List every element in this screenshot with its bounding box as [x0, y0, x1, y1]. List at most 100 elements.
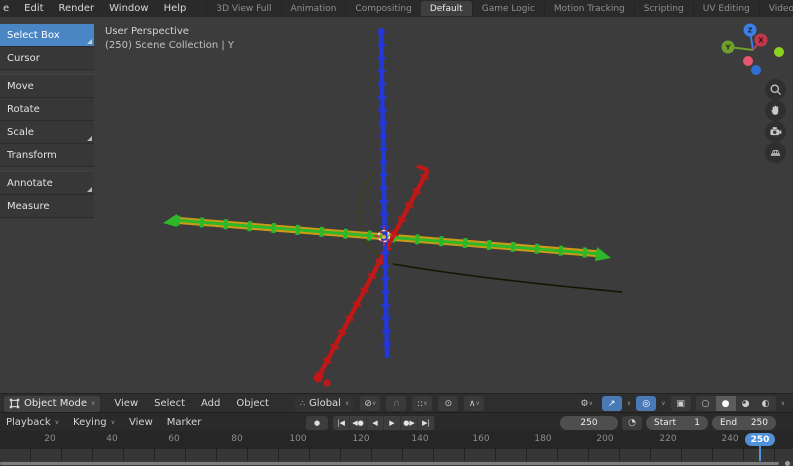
transport-controls: |◀ ◀● ◀ ▶ ●▶ ▶| — [333, 416, 435, 430]
chevron-down-icon: ∨ — [372, 400, 376, 407]
jump-to-start-button[interactable]: |◀ — [333, 416, 350, 430]
shading-mode-group: ○ ● ◕ ◐ — [696, 396, 776, 411]
tab-compositing[interactable]: Compositing — [345, 1, 420, 16]
tool-panel: Select Box Cursor Move Rotate Scale Tran… — [0, 24, 94, 218]
chevron-down-icon[interactable]: ∨ — [661, 400, 665, 407]
menu-add[interactable]: Add — [201, 398, 220, 409]
menu-view[interactable]: View — [114, 398, 138, 409]
auto-key-button[interactable]: ● — [306, 416, 328, 430]
tool-move[interactable]: Move — [0, 74, 94, 98]
timeline[interactable]: 20 40 60 80 100 120 140 160 180 200 220 … — [0, 431, 793, 466]
shading-material-button[interactable]: ◕ — [736, 396, 756, 411]
tab-3d-view-full[interactable]: 3D View Full — [206, 1, 280, 16]
orientation-selector[interactable]: ∴ Global ∨ — [295, 396, 354, 412]
falloff-button[interactable]: ∧ ∨ — [464, 396, 484, 411]
start-label: Start — [654, 418, 676, 428]
tab-video-editing[interactable]: Video Editing — [759, 1, 793, 16]
xray-toggle-button[interactable]: ▣ — [671, 396, 691, 411]
menu-view-timeline[interactable]: View — [129, 417, 153, 428]
wireframe-icon: ○ — [702, 399, 710, 409]
timeline-ruler[interactable]: 20 40 60 80 100 120 140 160 180 200 220 … — [0, 431, 793, 449]
active-object-label: (250) Scene Collection | Y — [105, 39, 234, 53]
menu-edit[interactable]: Edit — [24, 3, 43, 14]
tab-uv-editing[interactable]: UV Editing — [693, 1, 759, 16]
view-perspective-label: User Perspective — [105, 25, 234, 39]
proportional-edit-button[interactable]: ⊙ — [438, 396, 458, 411]
next-keyframe-button[interactable]: ●▶ — [401, 416, 418, 430]
end-frame-field[interactable]: End 250 — [712, 416, 776, 430]
tool-annotate[interactable]: Annotate — [0, 171, 94, 195]
jump-to-end-button[interactable]: ▶| — [418, 416, 435, 430]
camera-view-button[interactable] — [765, 121, 786, 142]
tool-cursor[interactable]: Cursor — [0, 47, 94, 70]
viewport-3d[interactable]: User Perspective (250) Scene Collection … — [0, 17, 793, 393]
gizmo-neg-z[interactable] — [751, 65, 761, 75]
menu-select[interactable]: Select — [154, 398, 185, 409]
tab-game-logic[interactable]: Game Logic — [472, 1, 544, 16]
pivot-point-button[interactable]: ⊘ ∨ — [360, 396, 380, 411]
viewport-overlay-text: User Perspective (250) Scene Collection … — [105, 25, 234, 53]
chevron-down-icon: ∨ — [423, 400, 427, 407]
tool-measure[interactable]: Measure — [0, 195, 94, 218]
xray-icon: ▣ — [676, 399, 685, 409]
mode-selector[interactable]: Object Mode ∨ — [4, 396, 100, 412]
menu-help[interactable]: Help — [164, 3, 187, 14]
snap-target-button[interactable]: :: ∨ — [412, 396, 432, 411]
active-tool-button[interactable]: ⚙ ∨ — [577, 396, 597, 411]
tool-select-box[interactable]: Select Box — [0, 24, 94, 47]
menu-marker[interactable]: Marker — [167, 417, 202, 428]
main-menus: e Edit Render Window Help — [3, 3, 186, 14]
shading-wireframe-button[interactable]: ○ — [696, 396, 716, 411]
menu-window[interactable]: Window — [109, 3, 148, 14]
perspective-toggle-button[interactable] — [765, 142, 786, 163]
ruler-tick-label: 160 — [466, 434, 496, 444]
tool-scale[interactable]: Scale — [0, 121, 94, 144]
end-value: 250 — [751, 418, 768, 428]
current-frame-field[interactable]: 250 — [560, 416, 618, 430]
tab-scripting[interactable]: Scripting — [634, 1, 693, 16]
menu-file-partial[interactable]: e — [3, 3, 9, 14]
chevron-down-icon[interactable]: ∨ — [627, 400, 631, 407]
top-bar: e Edit Render Window Help 3D View Full A… — [0, 0, 793, 18]
timeline-scrollbar[interactable] — [0, 461, 793, 466]
magnifier-icon — [769, 83, 782, 96]
chevron-down-icon[interactable]: ∨ — [781, 400, 785, 407]
scrollbar-knob[interactable] — [785, 461, 790, 466]
timeline-track[interactable] — [0, 449, 793, 461]
tab-default[interactable]: Default — [421, 1, 472, 16]
record-icon: ● — [314, 419, 320, 427]
shading-rendered-button[interactable]: ◐ — [756, 396, 776, 411]
zoom-button[interactable] — [765, 79, 786, 100]
ruler-tick-label: 80 — [222, 434, 252, 444]
start-frame-field[interactable]: Start 1 — [646, 416, 708, 430]
menu-render[interactable]: Render — [59, 3, 95, 14]
prev-keyframe-button[interactable]: ◀● — [350, 416, 367, 430]
scrollbar-handle[interactable] — [0, 462, 779, 465]
menu-keying[interactable]: Keying ∨ — [73, 417, 115, 428]
show-overlays-button[interactable]: ◎ — [636, 396, 656, 411]
tab-motion-tracking[interactable]: Motion Tracking — [544, 1, 634, 16]
play-button[interactable]: ▶ — [384, 416, 401, 430]
menu-object[interactable]: Object — [236, 398, 269, 409]
tab-animation[interactable]: Animation — [281, 1, 346, 16]
gizmo-neg-y[interactable] — [774, 47, 784, 57]
gizmo-z-label: Z — [747, 27, 752, 35]
tool-transform[interactable]: Transform — [0, 144, 94, 167]
mode-label: Object Mode — [24, 398, 87, 409]
display-cluster: ⚙ ∨ ↗ ∨ ◎ ∨ ▣ ○ ● ◕ ◐ ∨ — [577, 396, 785, 411]
ruler-tick-label: 240 — [715, 434, 745, 444]
timeline-menus: Playback ∨ Keying ∨ View Marker — [6, 417, 209, 428]
gizmo-neg-x[interactable] — [743, 56, 753, 66]
rendered-icon: ◐ — [762, 399, 770, 409]
playhead[interactable] — [759, 446, 761, 461]
snap-toggle-button[interactable]: ∩ — [386, 396, 406, 411]
tool-rotate[interactable]: Rotate — [0, 98, 94, 121]
current-frame-badge[interactable]: 250 — [745, 433, 775, 446]
show-gizmo-button[interactable]: ↗ — [602, 396, 622, 411]
use-preview-range-button[interactable]: ◔ — [622, 416, 642, 430]
shading-solid-button[interactable]: ● — [716, 396, 736, 411]
menu-playback[interactable]: Playback ∨ — [6, 417, 59, 428]
play-reverse-button[interactable]: ◀ — [367, 416, 384, 430]
pan-button[interactable] — [765, 100, 786, 121]
navigation-gizmo[interactable]: Z X Y — [720, 22, 790, 80]
